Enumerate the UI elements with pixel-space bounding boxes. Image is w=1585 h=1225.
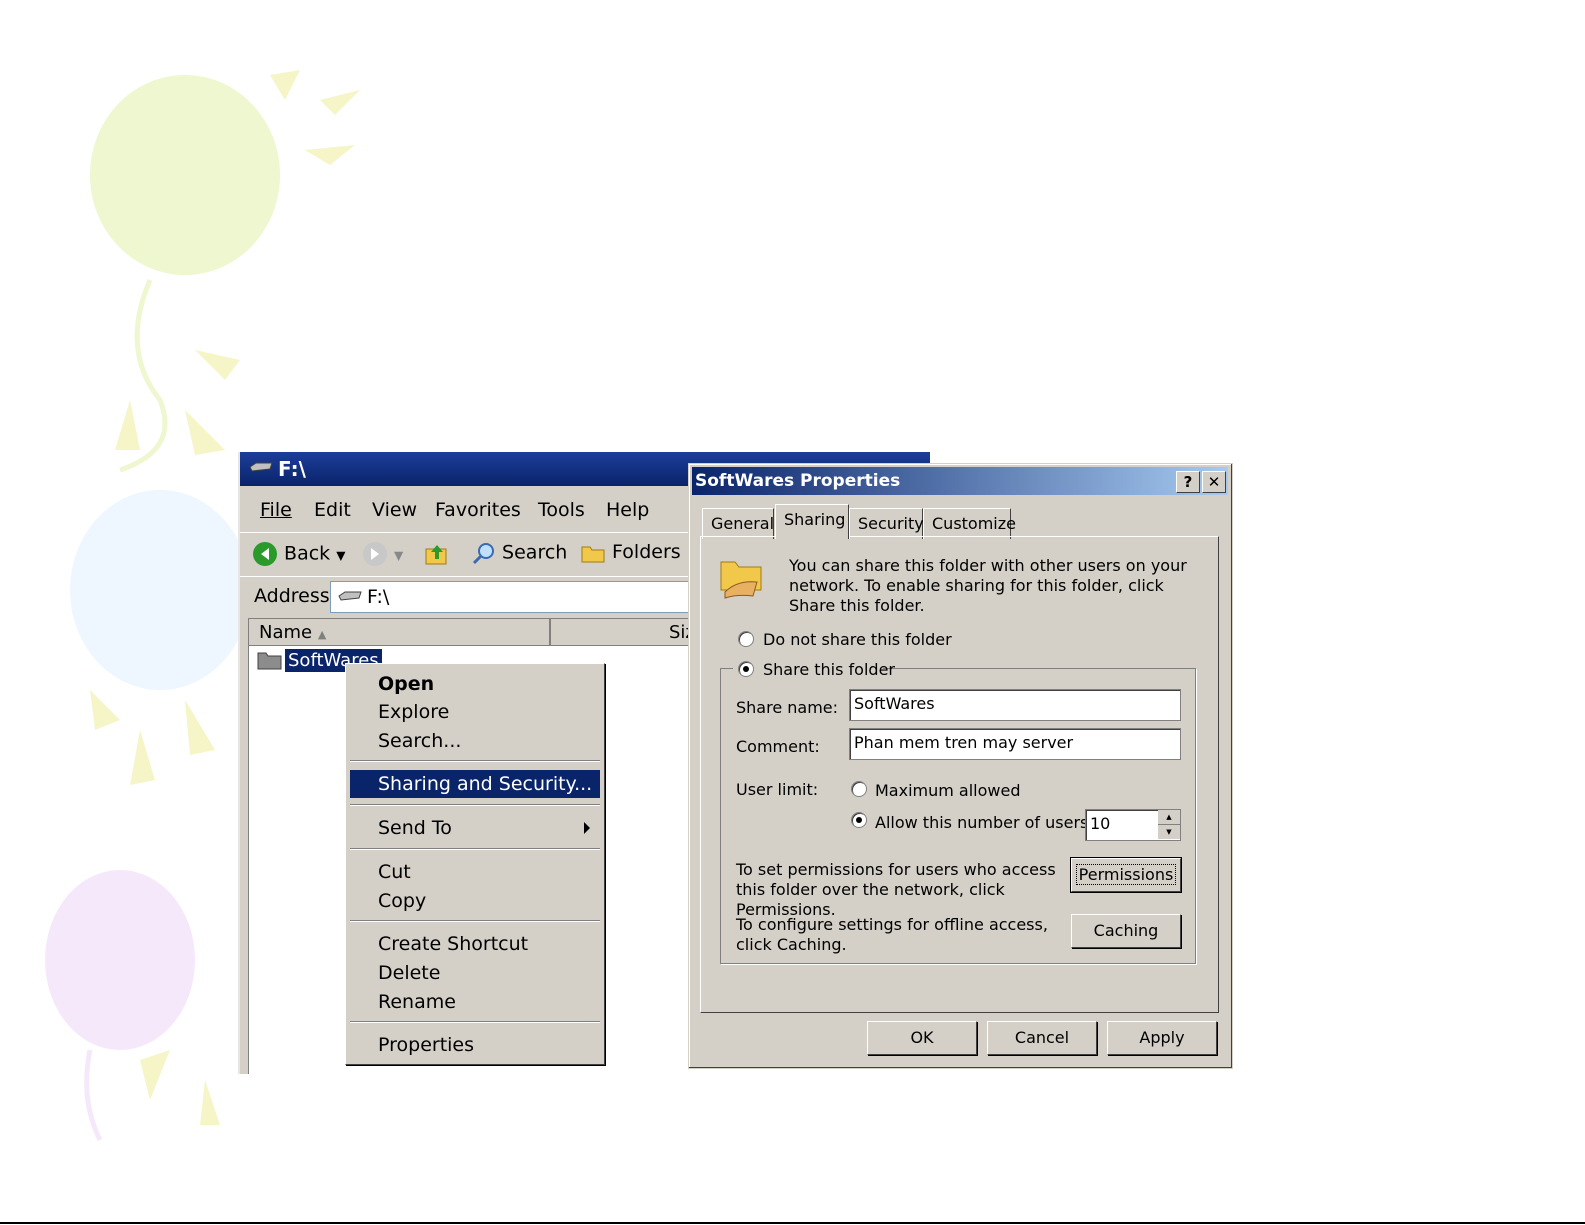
- context-menu: Open Explore Search... Sharing and Secur…: [345, 663, 605, 1065]
- menu-view[interactable]: View: [372, 499, 417, 521]
- column-name[interactable]: Name ▲: [259, 622, 326, 643]
- menu-item-sharing-security[interactable]: Sharing and Security...: [350, 770, 600, 798]
- tab-sharing[interactable]: Sharing: [775, 504, 849, 539]
- user-limit-label: User limit:: [736, 780, 819, 799]
- address-value: F:\: [367, 586, 390, 608]
- permissions-button[interactable]: Permissions: [1070, 857, 1182, 893]
- search-button[interactable]: Search: [472, 541, 567, 565]
- share-this-radio[interactable]: [738, 661, 754, 677]
- menu-item-send-to[interactable]: Send To: [350, 814, 600, 842]
- caching-text: To configure settings for offline access…: [736, 915, 1048, 954]
- tab-general[interactable]: General: [702, 508, 774, 539]
- forward-button[interactable]: ▼: [362, 541, 403, 567]
- back-dropdown-icon: ▼: [336, 548, 346, 563]
- spin-buttons[interactable]: ▲ ▼: [1158, 810, 1180, 840]
- menu-separator: [350, 920, 600, 922]
- close-button[interactable]: ✕: [1202, 471, 1226, 493]
- share-name-field[interactable]: SoftWares: [849, 689, 1181, 721]
- allow-number-radio[interactable]: [851, 812, 867, 828]
- comment-label: Comment:: [736, 737, 820, 756]
- do-not-share-radio[interactable]: [738, 631, 754, 647]
- maximum-allowed-radio[interactable]: [851, 781, 867, 797]
- menu-item-open[interactable]: Open: [350, 670, 600, 698]
- submenu-arrow-icon: [584, 822, 590, 834]
- comment-field[interactable]: Phan mem tren may server: [849, 728, 1181, 760]
- menu-item-rename[interactable]: Rename: [350, 988, 600, 1016]
- menu-edit[interactable]: Edit: [314, 499, 351, 521]
- user-count-stepper[interactable]: 10 ▲ ▼: [1085, 809, 1181, 841]
- drive-icon: [249, 462, 273, 472]
- back-button[interactable]: Back ▼: [252, 541, 345, 567]
- spin-down-icon: ▼: [1158, 825, 1180, 839]
- folder-icon: [581, 546, 605, 562]
- tab-security[interactable]: Security: [849, 508, 924, 539]
- folders-label: Folders: [612, 541, 681, 563]
- up-folder-icon: [425, 545, 447, 565]
- dialog-title-bar[interactable]: SoftWares Properties ? ✕: [692, 467, 1228, 495]
- search-label: Search: [502, 541, 568, 564]
- menu-item-cut[interactable]: Cut: [350, 858, 600, 886]
- forward-arrow-icon: [363, 542, 387, 566]
- explorer-title: F:\: [278, 457, 306, 481]
- do-not-share-label[interactable]: Do not share this folder: [763, 630, 952, 649]
- menu-item-explore[interactable]: Explore: [350, 698, 600, 726]
- menu-file[interactable]: File: [260, 499, 292, 521]
- allow-number-label[interactable]: Allow this number of users:: [875, 813, 1094, 832]
- caching-button[interactable]: Caching: [1071, 914, 1181, 948]
- share-name-label: Share name:: [736, 698, 839, 717]
- back-label: Back: [284, 542, 331, 565]
- apply-button[interactable]: Apply: [1107, 1021, 1217, 1055]
- menu-item-delete[interactable]: Delete: [350, 959, 600, 987]
- folder-icon: [257, 652, 282, 670]
- sort-ascending-icon: ▲: [317, 628, 327, 641]
- menu-item-create-shortcut[interactable]: Create Shortcut: [350, 930, 600, 958]
- search-icon: [472, 543, 494, 565]
- menu-separator: [350, 804, 600, 806]
- menu-separator: [350, 1021, 600, 1023]
- menu-item-properties[interactable]: Properties: [350, 1031, 600, 1059]
- share-this-label[interactable]: Share this folder: [763, 660, 895, 679]
- address-label: Address: [254, 585, 330, 607]
- help-button[interactable]: ?: [1176, 471, 1200, 493]
- folders-button[interactable]: Folders: [580, 541, 681, 564]
- sharing-description: You can share this folder with other use…: [789, 556, 1187, 615]
- dialog-title: SoftWares Properties: [695, 471, 901, 491]
- cancel-button[interactable]: Cancel: [987, 1021, 1097, 1055]
- back-arrow-icon: [253, 542, 277, 566]
- permissions-text: To set permissions for users who access …: [736, 860, 1056, 919]
- forward-dropdown-icon: ▼: [394, 548, 404, 563]
- bottom-border: [0, 1222, 1585, 1224]
- menu-item-copy[interactable]: Copy: [350, 887, 600, 915]
- menu-tools[interactable]: Tools: [538, 499, 585, 521]
- menu-separator: [350, 760, 600, 762]
- spin-up-icon: ▲: [1158, 810, 1180, 825]
- menu-separator: [350, 848, 600, 850]
- shared-folder-icon: [720, 561, 762, 599]
- up-folder-button[interactable]: [424, 541, 450, 572]
- ok-button[interactable]: OK: [867, 1021, 977, 1055]
- menu-help[interactable]: Help: [606, 499, 649, 521]
- column-divider[interactable]: [549, 619, 551, 645]
- menu-item-search[interactable]: Search...: [350, 727, 600, 755]
- properties-dialog: SoftWares Properties ? ✕ General Sharing…: [688, 463, 1233, 1069]
- tab-customize[interactable]: Customize: [923, 508, 1016, 539]
- maximum-allowed-label[interactable]: Maximum allowed: [875, 781, 1021, 800]
- menu-favorites[interactable]: Favorites: [435, 499, 521, 521]
- drive-icon: [338, 591, 362, 601]
